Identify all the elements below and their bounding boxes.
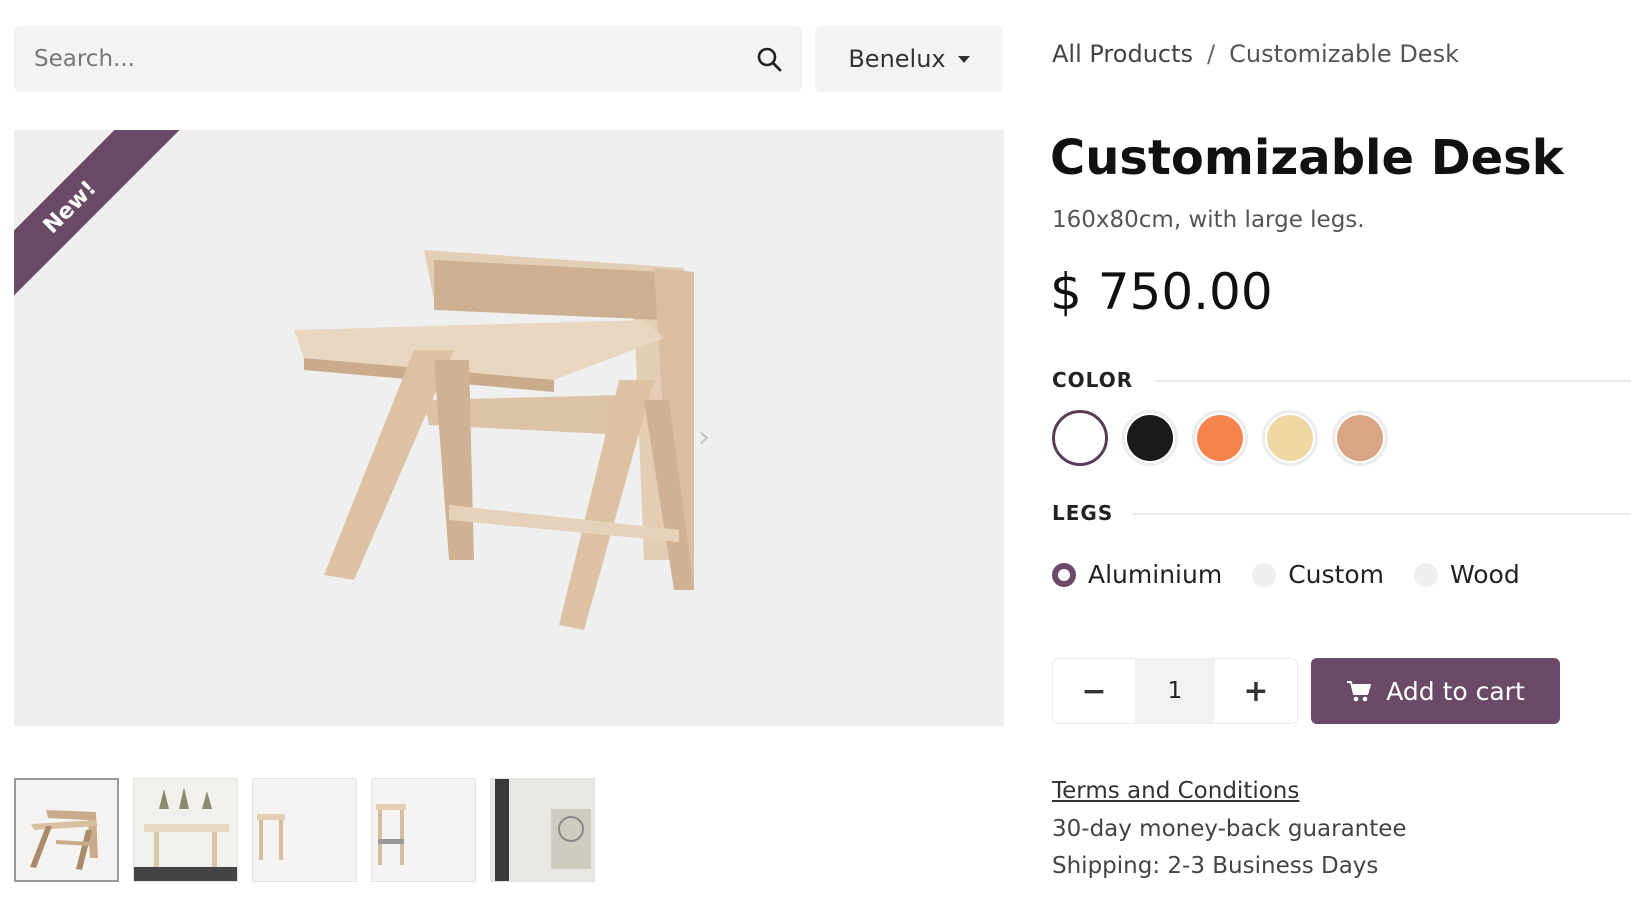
dining-thumb-image: [134, 779, 237, 881]
desk-thumb-image: [30, 810, 98, 870]
legs-label: LEGS: [1052, 501, 1114, 525]
cart-icon: [1347, 681, 1372, 702]
radio-button[interactable]: [1052, 562, 1076, 587]
new-ribbon: New!: [14, 130, 193, 302]
breadcrumb-separator: /: [1207, 40, 1216, 68]
color-swatch-dot: [1267, 415, 1313, 461]
room-thumb-image: [491, 779, 594, 881]
legs-option[interactable]: Wood: [1413, 560, 1520, 589]
legs-divider: [1132, 513, 1631, 515]
color-swatch[interactable]: [1262, 410, 1318, 466]
quantity-increase-button[interactable]: +: [1215, 659, 1297, 723]
color-section-label: COLOR: [1052, 368, 1133, 392]
legs-options: Aluminium Custom Wood: [1052, 560, 1520, 589]
legs-option-label: Aluminium: [1088, 560, 1223, 589]
search-input[interactable]: [14, 26, 736, 92]
search-icon: [757, 47, 782, 72]
color-swatch[interactable]: [1192, 410, 1248, 466]
search-bar: [14, 26, 802, 92]
thumbnail-dining[interactable]: [133, 778, 238, 882]
product-description: 160x80cm, with large legs.: [1052, 207, 1365, 233]
thumbnail-chair[interactable]: [252, 778, 357, 882]
pricelist-dropdown[interactable]: Benelux: [815, 26, 1003, 92]
color-swatch-dot: [1197, 415, 1243, 461]
color-swatch-dot: [1057, 415, 1103, 461]
thumbnail-strip: [14, 778, 595, 882]
legs-option-label: Custom: [1288, 560, 1384, 589]
quantity-stepper: − +: [1052, 658, 1298, 724]
product-main-image: New! ›: [14, 130, 1004, 726]
color-swatch-dot: [1337, 415, 1383, 461]
ribbon-label: New!: [38, 175, 102, 239]
guarantee-text: 30-day money-back guarantee: [1052, 816, 1407, 842]
color-swatch[interactable]: [1052, 410, 1108, 466]
product-price: $ 750.00: [1050, 263, 1273, 321]
breadcrumb-all-products[interactable]: All Products: [1052, 40, 1193, 68]
color-swatch-dot: [1127, 415, 1173, 461]
breadcrumb-current: Customizable Desk: [1229, 40, 1459, 68]
color-divider: [1156, 380, 1631, 382]
legs-option-label: Wood: [1449, 560, 1520, 589]
terms-link[interactable]: Terms and Conditions: [1052, 778, 1299, 804]
radio-button[interactable]: [1413, 562, 1438, 587]
desk-image: [294, 250, 694, 630]
radio-button[interactable]: [1252, 562, 1277, 587]
legs-option[interactable]: Aluminium: [1052, 560, 1222, 589]
quantity-decrease-button[interactable]: −: [1053, 659, 1135, 723]
chair-side-thumb-image: [372, 779, 475, 881]
quantity-input[interactable]: [1135, 659, 1215, 723]
legs-option[interactable]: Custom: [1252, 560, 1384, 589]
color-swatch[interactable]: [1332, 410, 1388, 466]
thumbnail-desk[interactable]: [14, 778, 119, 882]
chair-thumb-image: [253, 779, 356, 881]
breadcrumb: All Products / Customizable Desk: [1052, 40, 1459, 68]
thumbnail-chair-side[interactable]: [371, 778, 476, 882]
legs-section-label: LEGS: [1052, 501, 1113, 525]
chevron-down-icon: [957, 55, 970, 63]
color-swatches: [1052, 410, 1388, 466]
add-to-cart-label: Add to cart: [1386, 676, 1525, 706]
color-label: COLOR: [1052, 368, 1134, 392]
pricelist-label: Benelux: [848, 45, 946, 73]
add-to-cart-button[interactable]: Add to cart: [1311, 658, 1560, 724]
color-swatch[interactable]: [1122, 410, 1178, 466]
thumbnail-room[interactable]: [490, 778, 595, 882]
product-title: Customizable Desk: [1050, 130, 1564, 186]
carousel-next-icon[interactable]: ›: [698, 420, 710, 455]
shipping-text: Shipping: 2-3 Business Days: [1052, 853, 1379, 879]
search-button[interactable]: [736, 26, 802, 92]
